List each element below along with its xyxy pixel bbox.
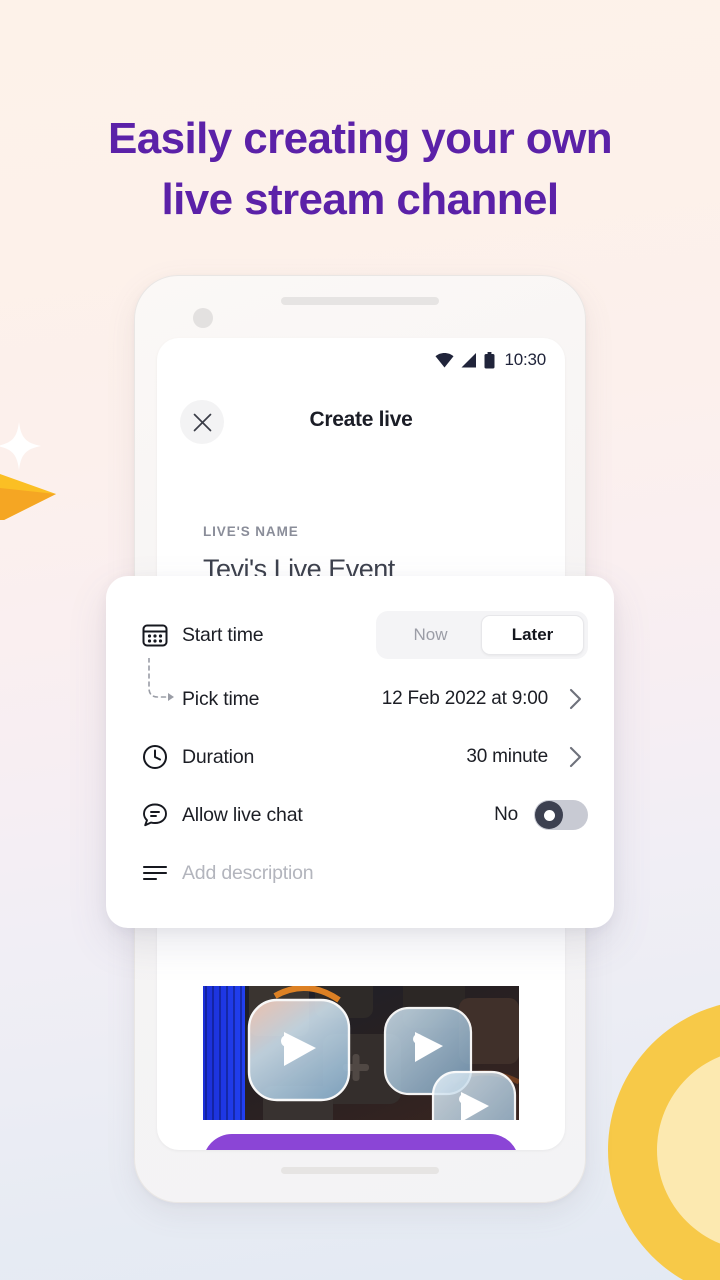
row-allow-live-chat[interactable]: Allow live chat No bbox=[106, 786, 614, 844]
wifi-icon bbox=[435, 352, 454, 367]
row-label-pick-time: Pick time bbox=[182, 687, 260, 710]
cellular-signal-icon bbox=[461, 352, 477, 367]
segment-later[interactable]: Later bbox=[481, 615, 584, 655]
paper-plane-shape bbox=[0, 474, 56, 520]
row-duration[interactable]: Duration 30 minute bbox=[106, 728, 614, 786]
row-add-description[interactable]: Add description bbox=[106, 844, 614, 902]
chevron-right-icon[interactable] bbox=[564, 688, 586, 710]
row-value-allow-live-chat: No bbox=[494, 804, 518, 825]
live-stream-thumbnail[interactable] bbox=[203, 986, 519, 1120]
phone-home-indicator bbox=[281, 1167, 439, 1174]
row-value-pick-time: 12 Feb 2022 at 9:00 bbox=[381, 688, 548, 709]
chat-bubble-icon bbox=[140, 800, 170, 830]
status-bar: 10:30 bbox=[435, 350, 546, 370]
row-start-time[interactable]: Start time Now Later bbox=[106, 606, 614, 664]
segment-now[interactable]: Now bbox=[380, 615, 481, 655]
headline-line-1: Easily creating your own bbox=[108, 114, 613, 163]
next-button[interactable]: Next bbox=[203, 1134, 519, 1150]
row-pick-time[interactable]: Pick time 12 Feb 2022 at 9:00 bbox=[106, 670, 614, 728]
allow-live-chat-toggle[interactable] bbox=[534, 800, 588, 830]
live-name-label: LIVE'S NAME bbox=[203, 524, 299, 539]
row-label-start-time: Start time bbox=[182, 623, 264, 646]
phone-speaker-grille bbox=[281, 297, 439, 305]
battery-icon bbox=[484, 351, 495, 368]
chevron-right-icon[interactable] bbox=[564, 746, 586, 768]
row-label-allow-live-chat: Allow live chat bbox=[182, 803, 303, 826]
clock-icon bbox=[140, 742, 170, 772]
page-title: Create live bbox=[309, 408, 413, 431]
page-headline: Easily creating your own live stream cha… bbox=[0, 108, 720, 230]
row-label-duration: Duration bbox=[182, 745, 255, 768]
row-value-duration: 30 minute bbox=[466, 746, 548, 767]
schedule-settings-card: Start time Now Later Pick time 12 Feb 20… bbox=[106, 576, 614, 928]
yellow-ring-shape bbox=[608, 1000, 720, 1280]
start-time-segmented-control[interactable]: Now Later bbox=[376, 611, 588, 659]
row-label-add-description: Add description bbox=[182, 861, 314, 884]
app-bar: Create live bbox=[157, 400, 565, 452]
calendar-icon bbox=[140, 620, 170, 650]
phone-front-camera bbox=[193, 308, 213, 328]
headline-line-2: live stream channel bbox=[161, 175, 559, 224]
description-lines-icon bbox=[140, 858, 170, 888]
toggle-knob bbox=[535, 801, 563, 829]
yellow-ring-inner-shape bbox=[657, 1049, 720, 1251]
status-bar-clock: 10:30 bbox=[504, 350, 546, 369]
sparkle-star-shape bbox=[0, 422, 41, 470]
